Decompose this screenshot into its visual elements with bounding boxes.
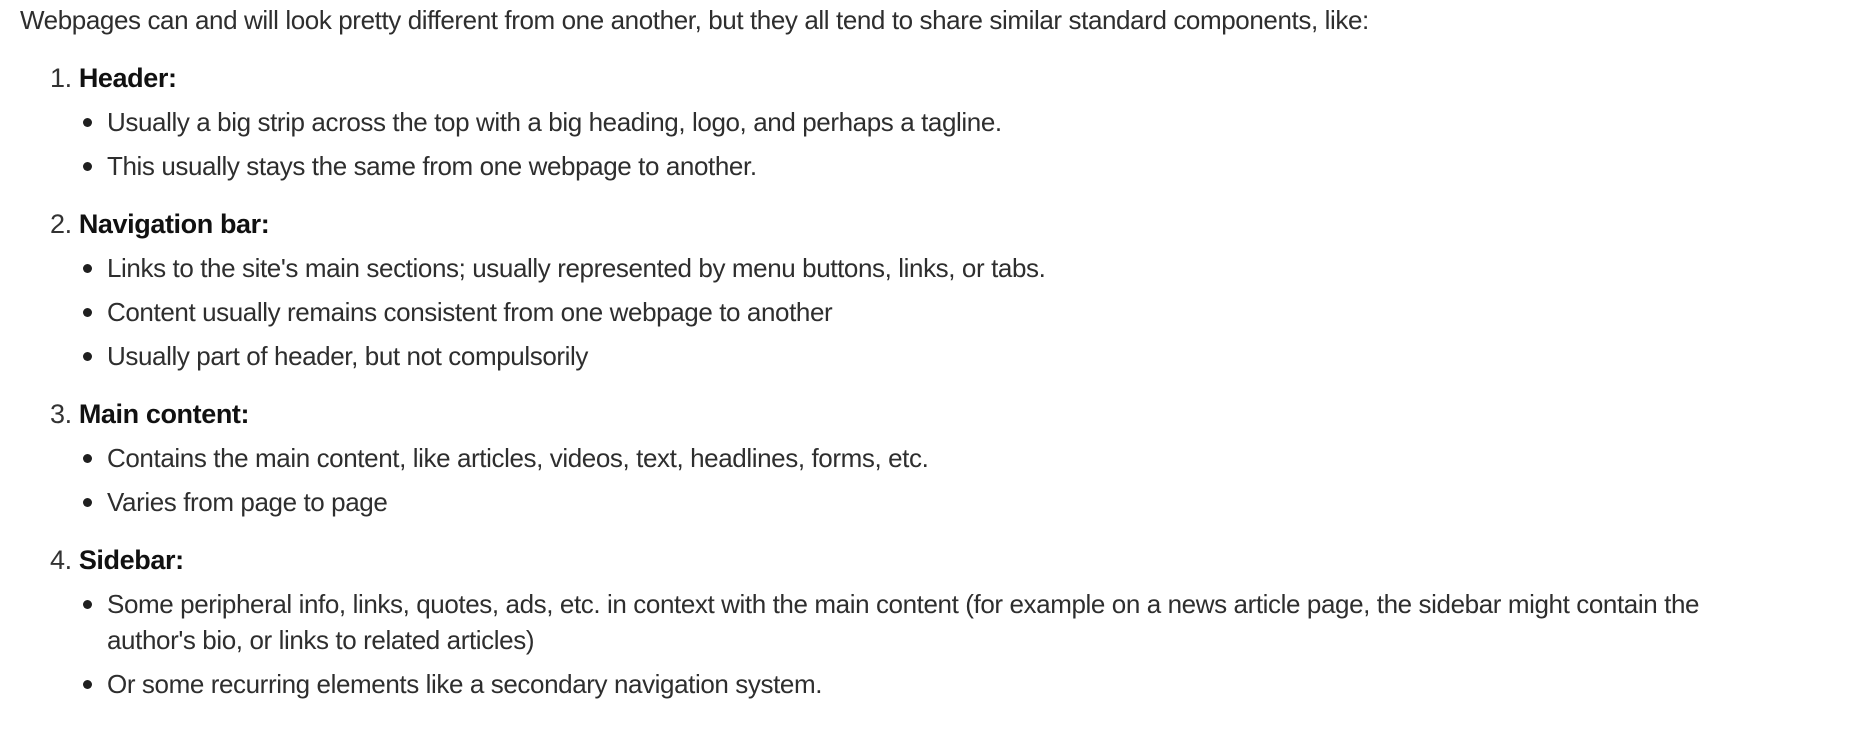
list-item: This usually stays the same from one web… [20, 148, 1849, 184]
section-number: 3. [50, 399, 72, 429]
list-item-text: Or some recurring elements like a second… [107, 669, 823, 699]
list-item: Usually part of header, but not compulso… [20, 338, 1849, 374]
bullet-icon [83, 454, 92, 463]
list-item: Content usually remains consistent from … [20, 294, 1849, 330]
section-points: Links to the site's main sections; usual… [20, 250, 1849, 374]
section-heading: 4. Sidebar: [50, 542, 1849, 578]
section-item: 4. Sidebar: Some peripheral info, links,… [20, 542, 1849, 702]
list-item-text: Links to the site's main sections; usual… [107, 253, 1046, 283]
section-points: Contains the main content, like articles… [20, 440, 1849, 520]
section-number: 2. [50, 209, 72, 239]
section-title: Sidebar: [78, 545, 184, 575]
list-item-text: This usually stays the same from one web… [107, 151, 757, 181]
list-item-text: Varies from page to page [107, 487, 388, 517]
list-item: Varies from page to page [20, 484, 1849, 520]
section-heading: 1. Header: [50, 60, 1849, 96]
list-item: Contains the main content, like articles… [20, 440, 1849, 476]
bullet-icon [83, 264, 92, 273]
bullet-icon [83, 308, 92, 317]
intro-paragraph: Webpages can and will look pretty differ… [20, 5, 1369, 35]
bullet-icon [83, 498, 92, 507]
bullet-icon [83, 600, 92, 609]
section-title: Navigation bar: [78, 209, 270, 239]
list-item: Usually a big strip across the top with … [20, 104, 1849, 140]
bullet-icon [83, 118, 92, 127]
bullet-icon [83, 680, 92, 689]
list-item-text: Contains the main content, like articles… [107, 443, 929, 473]
section-title: Header: [78, 63, 177, 93]
section-item: 1. Header: Usually a big strip across th… [20, 60, 1849, 184]
list-item-text: Some peripheral info, links, quotes, ads… [107, 589, 1700, 655]
section-heading: 3. Main content: [50, 396, 1849, 432]
section-number: 4. [50, 545, 72, 575]
section-heading: 2. Navigation bar: [50, 206, 1849, 242]
list-item-text: Content usually remains consistent from … [107, 297, 833, 327]
section-title: Main content: [78, 399, 250, 429]
list-item: Or some recurring elements like a second… [20, 666, 1849, 702]
list-item: Links to the site's main sections; usual… [20, 250, 1849, 286]
bullet-icon [83, 352, 92, 361]
section-points: Some peripheral info, links, quotes, ads… [20, 586, 1849, 702]
section-item: 3. Main content: Contains the main conte… [20, 396, 1849, 520]
section-number: 1. [50, 63, 72, 93]
section-points: Usually a big strip across the top with … [20, 104, 1849, 184]
bullet-icon [83, 162, 92, 171]
components-list: 1. Header: Usually a big strip across th… [20, 60, 1849, 702]
list-item-text: Usually part of header, but not compulso… [107, 341, 588, 371]
section-item: 2. Navigation bar: Links to the site's m… [20, 206, 1849, 374]
list-item-text: Usually a big strip across the top with … [107, 107, 1002, 137]
list-item: Some peripheral info, links, quotes, ads… [20, 586, 1849, 658]
document-body: Webpages can and will look pretty differ… [0, 0, 1869, 702]
